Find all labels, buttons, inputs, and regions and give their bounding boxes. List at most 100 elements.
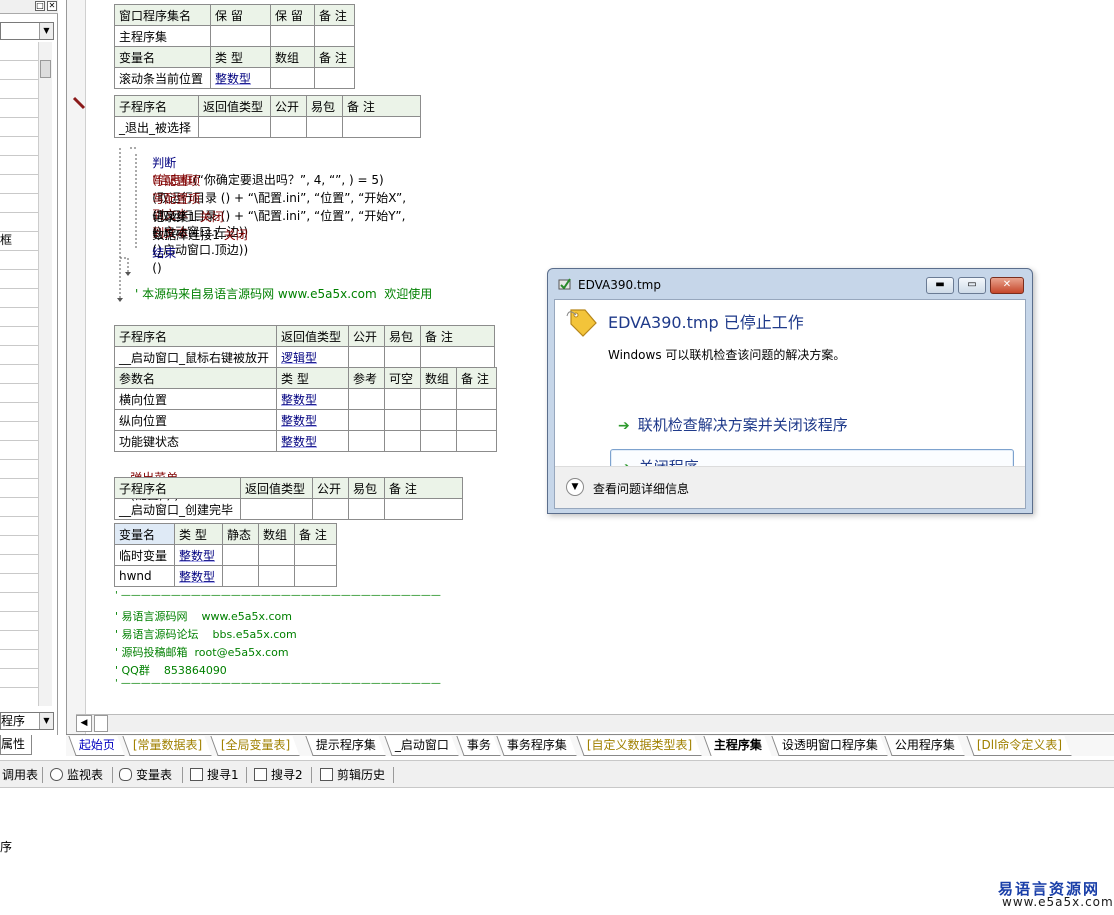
table-cell[interactable]: 整数型 [276, 388, 349, 410]
tab-transaction[interactable]: 事务 [456, 736, 501, 756]
maximize-button[interactable]: ▭ [958, 277, 986, 294]
table-cell[interactable] [258, 565, 295, 587]
table-cell[interactable]: 整数型 [210, 67, 271, 89]
table-cell[interactable] [270, 116, 307, 138]
chevron-down-icon[interactable]: ▼ [566, 478, 584, 496]
tab-start-page[interactable]: 起始页 [68, 736, 125, 756]
tab-start-window[interactable]: _启动窗口 [384, 736, 459, 756]
tab-constants[interactable]: [常量数据表] [122, 736, 213, 756]
magnifier-icon [50, 768, 63, 781]
table-cell[interactable]: 整数型 [174, 544, 223, 566]
table-cell[interactable] [348, 498, 385, 520]
table-cell[interactable]: 滚动条当前位置 [114, 67, 211, 89]
table-cell[interactable] [294, 544, 337, 566]
table-cell[interactable]: hwnd [114, 565, 175, 587]
table-cell[interactable] [270, 25, 315, 47]
table-cell[interactable]: __启动窗口_创建完毕 [114, 498, 241, 520]
tab-label: 起始页 [78, 738, 115, 752]
table-cell[interactable] [384, 388, 421, 410]
table-cell[interactable] [420, 388, 457, 410]
watch-table-button[interactable]: 监视表 [50, 766, 103, 783]
tab-main-set[interactable]: 主程序集 [703, 736, 772, 756]
tab-transaction-set[interactable]: 事务程序集 [496, 736, 577, 756]
tab-common-set[interactable]: 公用程序集 [884, 736, 965, 756]
comment-line[interactable]: ' ———————————————————————————————— [115, 590, 441, 601]
table-cell[interactable]: 逻辑型 [276, 346, 349, 368]
minimize-button[interactable]: ▬ [926, 277, 954, 294]
clip-history-button[interactable]: 剪辑历史 [320, 766, 385, 783]
comment-line[interactable]: ' 易语言源码论坛 bbs.e5a5x.com [115, 626, 297, 642]
chevron-down-icon[interactable]: ▼ [39, 713, 53, 729]
tab-custom-types[interactable]: [自定义数据类型表] [576, 736, 703, 756]
table-cell[interactable]: __启动窗口_鼠标右键被放开 [114, 346, 277, 368]
comment-line[interactable]: ' QQ群 853864090 [115, 662, 227, 678]
scroll-left-icon[interactable]: ◀ [76, 715, 92, 732]
table-cell[interactable] [306, 116, 343, 138]
view-details-link[interactable]: 查看问题详细信息 [593, 480, 689, 497]
green-arrow-icon: ➔ [618, 418, 630, 434]
table-cell[interactable] [270, 67, 315, 89]
scroll-thumb[interactable] [40, 60, 51, 78]
table-cell[interactable] [222, 565, 259, 587]
comment-line[interactable]: ' 本源码来自易语言源码网 www.e5a5x.com 欢迎使用 [135, 285, 432, 302]
table-cell[interactable] [420, 409, 457, 431]
table-cell[interactable] [348, 430, 385, 452]
table-cell[interactable] [314, 67, 355, 89]
comment-line[interactable]: ' 源码投稿邮箱 root@e5a5x.com [115, 644, 289, 660]
table-cell[interactable] [384, 409, 421, 431]
property-combo[interactable]: 程序 ▼ [0, 712, 54, 730]
table-cell[interactable] [258, 544, 295, 566]
horizontal-scrollbar[interactable]: ◀ [76, 714, 1114, 732]
dialog-titlebar[interactable]: EDVA390.tmp ▬ ▭ ✕ [548, 269, 1032, 299]
table-cell[interactable]: 主程序集 [114, 25, 211, 47]
table-cell[interactable] [456, 409, 497, 431]
object-selector[interactable]: ▼ [0, 22, 54, 40]
table-cell[interactable] [456, 388, 497, 410]
table-cell[interactable]: 临时变量 [114, 544, 175, 566]
variable-table-button[interactable]: 变量表 [119, 766, 172, 783]
property-scrollbar[interactable] [38, 42, 52, 706]
tab-properties[interactable]: 属性 [0, 735, 32, 755]
table-cell[interactable] [312, 498, 349, 520]
chevron-down-icon[interactable]: ▼ [39, 23, 53, 39]
check-online-button[interactable]: ➔ 联机检查解决方案并关闭该程序 [610, 408, 1014, 444]
table-cell[interactable]: _退出_被选择 [114, 116, 199, 138]
table-cell[interactable]: 整数型 [276, 409, 349, 431]
tab-globals[interactable]: [全局变量表] [210, 736, 301, 756]
table-cell[interactable] [294, 565, 337, 587]
table-cell[interactable] [240, 498, 313, 520]
tab-dll-commands[interactable]: [Dll命令定义表] [966, 736, 1072, 756]
table-cell[interactable] [342, 116, 421, 138]
close-icon[interactable]: ✕ [47, 1, 57, 11]
maximize-icon[interactable]: □ [35, 1, 45, 11]
table-cell[interactable] [384, 346, 421, 368]
table-cell[interactable]: 整数型 [174, 565, 223, 587]
table-cell[interactable] [348, 346, 385, 368]
table-cell[interactable] [420, 346, 495, 368]
table-cell[interactable] [384, 430, 421, 452]
table-cell[interactable] [198, 116, 271, 138]
table-cell[interactable]: 横向位置 [114, 388, 277, 410]
search2-button[interactable]: 搜寻2 [254, 766, 303, 783]
table-cell[interactable] [348, 388, 385, 410]
scroll-thumb[interactable] [94, 715, 108, 732]
comment-line[interactable]: ' ———————————————————————————————— [115, 678, 441, 689]
table-cell[interactable]: 功能键状态 [114, 430, 277, 452]
table-cell[interactable] [456, 430, 497, 452]
property-grid[interactable] [0, 42, 38, 702]
table-cell[interactable] [210, 25, 271, 47]
table-cell[interactable] [348, 409, 385, 431]
search1-button[interactable]: 搜寻1 [190, 766, 239, 783]
table-cell[interactable] [384, 498, 463, 520]
tab-transparent-window-set[interactable]: 设透明窗口程序集 [771, 736, 888, 756]
table-cell[interactable] [222, 544, 259, 566]
table-cell[interactable]: 整数型 [276, 430, 349, 452]
tab-hint-set[interactable]: 提示程序集 [305, 736, 386, 756]
table-cell[interactable]: 纵向位置 [114, 409, 277, 431]
call-table-button[interactable]: 调用表 [2, 766, 38, 783]
code-line[interactable]: 结束 () [137, 230, 176, 289]
table-cell[interactable] [420, 430, 457, 452]
table-cell[interactable] [314, 25, 355, 47]
comment-line[interactable]: ' 易语言源码网 www.e5a5x.com [115, 608, 292, 624]
close-button[interactable]: ✕ [990, 277, 1024, 294]
